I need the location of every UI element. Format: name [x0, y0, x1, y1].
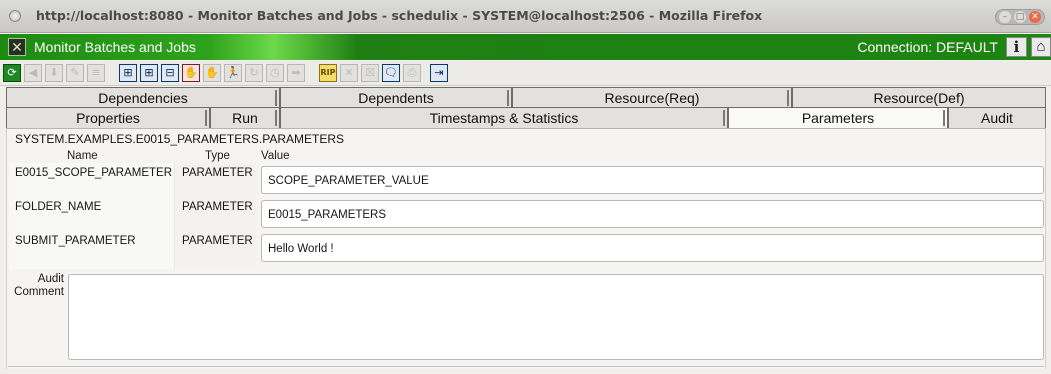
parameter-name: E0015_SCOPE_PARAMETER [9, 163, 175, 197]
column-header-name: Name [67, 150, 98, 162]
rip-icon[interactable]: RIP [319, 64, 337, 82]
refresh-icon[interactable]: ⟳ [3, 64, 21, 82]
panel-bottom-divider [8, 366, 1044, 370]
tab-resource-req[interactable]: Resource(Req) [512, 87, 792, 108]
comment-icon[interactable]: 🗨 [382, 64, 400, 82]
clock-icon[interactable]: ◷ [266, 64, 284, 82]
tab-timestamps-statistics[interactable]: Timestamps & Statistics [280, 107, 728, 128]
object-path: SYSTEM.EXAMPLES.E0015_PARAMETERS.PARAMET… [15, 132, 344, 146]
parameter-row: FOLDER_NAME PARAMETER E0015_PARAMETERS [9, 197, 1045, 231]
app-title: Monitor Batches and Jobs [34, 39, 196, 55]
tab-label: Properties [76, 110, 140, 126]
print-icon[interactable]: ⎙ [403, 64, 421, 82]
tab-label: Parameters [801, 110, 875, 126]
tab-divider [507, 90, 509, 106]
parameter-value-field[interactable]: SCOPE_PARAMETER_VALUE [261, 166, 1044, 194]
stop-hand-icon[interactable]: ✋ [182, 64, 200, 82]
column-header-value: Value [261, 150, 290, 162]
connection-label: Connection: DEFAULT [857, 39, 998, 55]
parameter-type: PARAMETER [176, 197, 256, 231]
parameter-value-field[interactable]: E0015_PARAMETERS [261, 200, 1044, 228]
tab-divider [787, 90, 789, 106]
rerun-icon[interactable]: ↻ [245, 64, 263, 82]
close-icon[interactable]: ✕ [1029, 11, 1041, 23]
cancel-icon[interactable]: ✕ [340, 64, 358, 82]
expand-all-icon[interactable]: ⊞ [119, 64, 137, 82]
audit-comment-textarea[interactable] [68, 274, 1044, 360]
tab-divider [275, 90, 277, 106]
tab-dependencies[interactable]: Dependencies [6, 87, 280, 108]
run-icon[interactable]: 🏃 [224, 64, 242, 82]
tab-label: Resource(Def) [873, 90, 965, 106]
info-button[interactable]: i [1006, 37, 1027, 57]
window-title: http://localhost:8080 - Monitor Batches … [36, 8, 763, 23]
tab-divider [275, 110, 277, 126]
parameter-value-field[interactable]: Hello World ! [261, 234, 1044, 262]
tab-run[interactable]: Run [210, 107, 280, 128]
list-icon[interactable]: ≡ [87, 64, 105, 82]
tab-properties[interactable]: Properties [6, 107, 210, 128]
tab-parameters[interactable]: Parameters [728, 107, 948, 129]
download-icon[interactable]: ⬇ [45, 64, 63, 82]
maximize-icon[interactable]: □ [1014, 11, 1026, 23]
expand-icon[interactable]: ⊞ [140, 64, 158, 82]
tab-label: Dependents [358, 90, 434, 106]
schedulix-logo-icon: ✕ [8, 38, 26, 56]
parameter-row: E0015_SCOPE_PARAMETER PARAMETER SCOPE_PA… [9, 163, 1045, 197]
toolbar: ⟳ ◀ ⬇ ✎ ≡ ⊞ ⊞ ⊟ ✋ ✋ 🏃 ↻ ◷ ➡ RIP ✕ ☒ 🗨 ⎙ … [0, 61, 1051, 86]
goto-icon[interactable]: ⇥ [430, 64, 448, 82]
audit-label-line: Audit [37, 273, 64, 285]
audit-comment-label: Audit Comment [7, 273, 64, 299]
audit-label-line: Comment [14, 286, 64, 298]
parameters-panel: SYSTEM.EXAMPLES.E0015_PARAMETERS.PARAMET… [6, 128, 1046, 369]
tab-label: Dependencies [98, 90, 188, 106]
tab-resource-def[interactable]: Resource(Def) [792, 87, 1046, 108]
forward-icon[interactable]: ➡ [287, 64, 305, 82]
tab-divider [205, 110, 207, 126]
tab-row-upper: Dependencies Dependents Resource(Req) Re… [6, 87, 1046, 109]
tab-dependents[interactable]: Dependents [280, 87, 512, 108]
parameter-type: PARAMETER [176, 163, 256, 197]
column-header-type: Type [205, 150, 230, 162]
window-titlebar: http://localhost:8080 - Monitor Batches … [0, 0, 1051, 33]
app-header: ✕ Monitor Batches and Jobs Connection: D… [0, 34, 1051, 60]
parameter-name: FOLDER_NAME [9, 197, 175, 231]
suspend-icon[interactable]: ✋ [203, 64, 221, 82]
edit-icon[interactable]: ✎ [66, 64, 84, 82]
tab-divider [943, 110, 945, 126]
collapse-icon[interactable]: ⊟ [161, 64, 179, 82]
tab-divider [723, 110, 725, 126]
tab-row-lower: Properties Run Timestamps & Statistics P… [6, 107, 1046, 129]
parameter-name: SUBMIT_PARAMETER [9, 231, 175, 269]
window-menu-icon[interactable] [9, 10, 21, 22]
home-button[interactable]: ⌂ [1031, 37, 1051, 57]
parameter-row: SUBMIT_PARAMETER PARAMETER Hello World ! [9, 231, 1045, 269]
tab-label: Timestamps & Statistics [429, 110, 579, 126]
tab-label: Resource(Req) [604, 90, 700, 106]
kill-icon[interactable]: ☒ [361, 64, 379, 82]
tab-label: Audit [981, 110, 1013, 126]
minimize-icon[interactable]: – [999, 11, 1011, 23]
back-icon[interactable]: ◀ [24, 64, 42, 82]
parameter-type: PARAMETER [176, 231, 256, 269]
window-controls: – □ ✕ [995, 9, 1045, 25]
tab-audit[interactable]: Audit [948, 107, 1046, 128]
tab-label: Run [232, 110, 258, 126]
